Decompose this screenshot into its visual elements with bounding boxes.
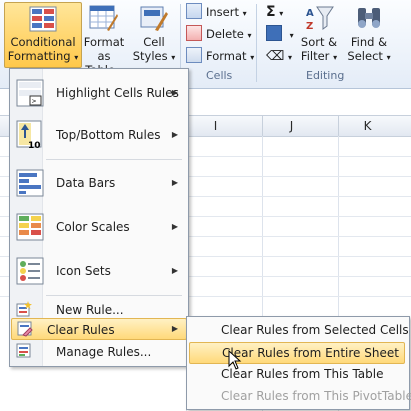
menu-item-label: Icon Sets	[56, 264, 111, 278]
find-select-button[interactable]: Find & Select ▾	[344, 4, 394, 65]
sort-filter-button[interactable]: A Z Sort & Filter ▾	[294, 4, 344, 65]
submenu-arrow-icon: ▶	[171, 324, 178, 333]
format-cells-icon	[186, 47, 202, 63]
insert-button[interactable]: Insert ▾	[186, 2, 247, 22]
submenu-item-label: Clear Rules from This Table	[221, 367, 384, 381]
delete-button[interactable]: Delete ▾	[186, 24, 251, 44]
chevron-down-icon: ▾	[171, 53, 176, 62]
menu-item-highlight-cells-rules[interactable]: > Highlight Cells Rules ▶	[10, 73, 188, 113]
data-bars-icon	[16, 169, 44, 197]
chevron-down-icon: ▾	[333, 53, 338, 62]
menu-item-data-bars[interactable]: Data Bars ▶	[10, 163, 188, 203]
svg-text:Z: Z	[306, 21, 313, 32]
sort-filter-icon: A Z	[306, 6, 334, 32]
format-button[interactable]: Format ▾	[186, 46, 254, 66]
color-scales-icon	[16, 213, 44, 241]
icon-sets-icon	[16, 257, 44, 285]
menu-item-label: Top/Bottom Rules	[56, 128, 161, 142]
autosum-button[interactable]: Σ ▾	[266, 2, 283, 22]
submenu-arrow-icon: ▶	[171, 266, 178, 275]
cell-styles-label-1: Cell	[143, 35, 165, 49]
chevron-down-icon: ▾	[74, 53, 79, 62]
top-bottom-icon: 10	[16, 120, 42, 150]
menu-item-new-rule[interactable]: New Rule...	[10, 299, 188, 319]
submenu-arrow-icon: ▶	[171, 88, 178, 97]
conditional-formatting-menu: > Highlight Cells Rules ▶ 10 Top/Bottom …	[9, 68, 189, 367]
highlight-cells-icon: >	[16, 79, 44, 107]
fill-down-icon	[266, 25, 282, 41]
new-rule-icon	[16, 301, 32, 317]
chevron-down-icon: ▾	[386, 53, 391, 62]
format-as-table-label-1: Format	[83, 35, 125, 49]
clear-button[interactable]: ⌫ ▾	[266, 46, 292, 66]
clear-rules-icon	[17, 321, 33, 337]
menu-separator	[46, 159, 182, 160]
binoculars-icon	[358, 8, 380, 28]
cells-group-label: Cells	[206, 69, 233, 82]
format-as-table-icon	[89, 5, 118, 31]
submenu-item-clear-this-table[interactable]: Clear Rules from This Table	[189, 364, 405, 384]
cell-styles-icon	[140, 6, 168, 31]
menu-separator	[46, 295, 182, 296]
cell-styles-label-2: Styles ▾	[132, 49, 176, 63]
chevron-down-icon: ▾	[242, 9, 247, 18]
menu-item-label: Highlight Cells Rules	[56, 86, 179, 100]
chevron-down-icon: ▾	[279, 9, 284, 18]
submenu-arrow-icon: ▶	[171, 130, 178, 139]
fill-button[interactable]: ▾	[266, 24, 294, 44]
menu-item-label: Clear Rules	[47, 323, 115, 337]
editing-group-label: Editing	[306, 69, 345, 82]
manage-rules-icon	[16, 343, 31, 358]
menu-item-label: Color Scales	[56, 220, 130, 234]
menu-item-label: Manage Rules...	[56, 345, 152, 359]
conditional-formatting-icon	[29, 6, 57, 32]
eraser-icon: ⌫	[266, 49, 285, 64]
find-select-label-1: Find &	[350, 35, 388, 49]
insert-cells-icon	[186, 3, 202, 19]
mouse-pointer-icon	[228, 350, 242, 370]
column-header-k[interactable]: K	[338, 116, 396, 136]
find-select-label-2: Select ▾	[347, 49, 391, 63]
ribbon-separator	[256, 4, 257, 82]
column-header-i[interactable]: I	[186, 116, 244, 136]
chevron-down-icon: ▾	[247, 31, 252, 40]
submenu-item-label: Clear Rules from Selected Cells	[221, 323, 409, 337]
sort-filter-label-1: Sort &	[300, 35, 338, 49]
submenu-arrow-icon: ▶	[171, 178, 178, 187]
chevron-down-icon: ▾	[250, 53, 255, 62]
menu-item-color-scales[interactable]: Color Scales ▶	[10, 207, 188, 247]
conditional-formatting-button[interactable]: Conditional Formatting ▾	[4, 2, 82, 68]
insert-label: Insert	[206, 5, 239, 19]
submenu-item-label: Clear Rules from Entire Sheet	[222, 346, 399, 360]
conditional-formatting-label-2: Formatting ▾	[7, 49, 79, 63]
delete-label: Delete	[206, 27, 244, 41]
submenu-arrow-icon: ▶	[171, 222, 178, 231]
menu-item-icon-sets[interactable]: Icon Sets ▶	[10, 251, 188, 291]
conditional-formatting-label-1: Conditional	[10, 35, 76, 49]
clear-rules-submenu: Clear Rules from Selected Cells Clear Ru…	[186, 316, 411, 410]
delete-cells-icon	[186, 25, 202, 41]
svg-text:10: 10	[28, 141, 41, 150]
column-header-j[interactable]: J	[262, 116, 320, 136]
sort-filter-label-2: Filter ▾	[300, 49, 338, 63]
sigma-icon: Σ	[266, 4, 276, 20]
chevron-down-icon: ▾	[288, 53, 293, 62]
menu-item-label: Data Bars	[56, 176, 116, 190]
menu-item-manage-rules[interactable]: Manage Rules...	[10, 341, 188, 361]
cell-styles-button[interactable]: Cell Styles ▾	[132, 4, 176, 65]
submenu-item-clear-this-pivottable: Clear Rules from This PivotTable	[189, 386, 411, 406]
svg-text:>: >	[32, 98, 37, 105]
submenu-item-label: Clear Rules from This PivotTable	[221, 389, 411, 403]
submenu-item-clear-selected-cells[interactable]: Clear Rules from Selected Cells	[189, 320, 409, 340]
submenu-item-clear-entire-sheet[interactable]: Clear Rules from Entire Sheet	[189, 342, 405, 364]
menu-item-clear-rules[interactable]: Clear Rules ▶	[11, 318, 187, 340]
format-label: Format	[206, 49, 247, 63]
menu-item-label: New Rule...	[56, 303, 124, 317]
menu-item-top-bottom-rules[interactable]: 10 Top/Bottom Rules ▶	[10, 115, 188, 155]
svg-text:A: A	[306, 8, 314, 19]
